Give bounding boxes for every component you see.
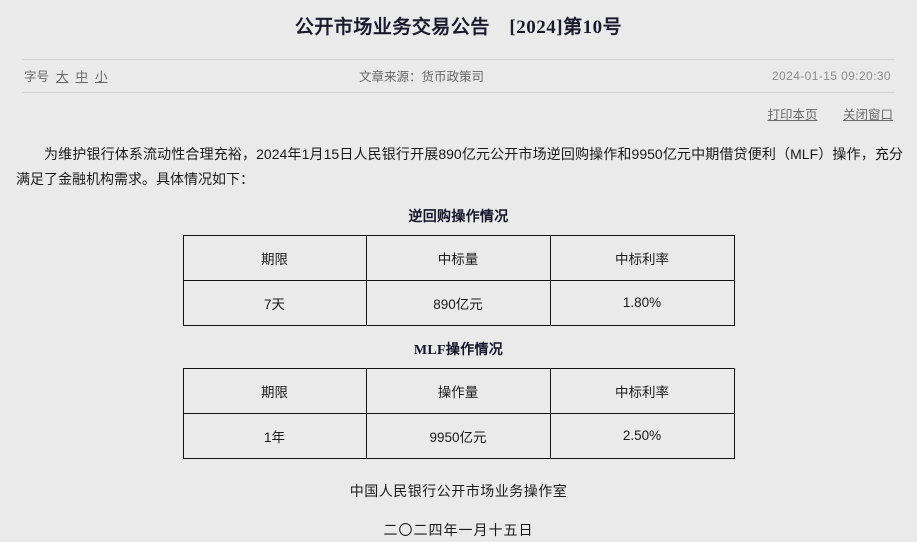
table-header-cell: 期限: [182, 367, 367, 414]
section-heading-reverse-repo: 逆回购操作情况: [408, 209, 509, 225]
mlf-table: 期限 操作量 中标利率 1年 9950亿元 2.50%: [182, 367, 735, 459]
article-source: 文章来源：货币政策司: [359, 70, 485, 85]
font-size-large-link[interactable]: 大: [56, 66, 69, 85]
font-size-control: 字号 大 中 小: [22, 66, 108, 85]
print-page-link[interactable]: 打印本页: [767, 108, 817, 122]
section-heading-mlf: MLF操作情况: [413, 342, 504, 358]
page-title: 公开市场业务交易公告 [2024]第10号: [294, 17, 623, 38]
table-header-row: 期限 操作量 中标利率: [182, 367, 735, 414]
table-row: 7天 890亿元 1.80%: [182, 279, 735, 326]
table-header-cell: 中标量: [365, 234, 551, 281]
table-cell: 9950亿元: [365, 412, 551, 459]
font-size-label: 字号: [24, 70, 50, 85]
table-cell: 1.80%: [549, 279, 735, 326]
reverse-repo-table: 期限 中标量 中标利率 7天 890亿元 1.80%: [182, 234, 735, 326]
close-window-link[interactable]: 关闭窗口: [843, 108, 893, 122]
signature-date: 二〇二四年一月十五日: [383, 521, 534, 538]
table-row: 1年 9950亿元 2.50%: [182, 412, 735, 459]
body-paragraph: 为维护银行体系流动性合理充裕，2024年1月15日人民银行开展890亿元公开市场…: [16, 145, 903, 187]
action-links: 打印本页 关闭窗口: [24, 93, 893, 123]
publish-timestamp: 2024-01-15 09:20:30: [771, 68, 891, 83]
font-size-medium-link[interactable]: 中: [76, 66, 89, 85]
table-cell: 7天: [182, 279, 367, 326]
table-header-cell: 操作量: [365, 367, 551, 414]
announcement-page: 公开市场业务交易公告 [2024]第10号 字号 大 中 小 文章来源：货币政策…: [0, 0, 917, 542]
table-cell: 1年: [182, 412, 367, 459]
table-header-cell: 期限: [182, 234, 367, 281]
signature-block: 中国人民银行公开市场业务操作室 二〇二四年一月十五日: [0, 481, 917, 540]
font-size-small-link[interactable]: 小: [95, 66, 108, 85]
table-cell: 890亿元: [365, 279, 551, 326]
signature-organization: 中国人民银行公开市场业务操作室: [349, 482, 568, 499]
table-header-cell: 中标利率: [549, 234, 735, 281]
table-cell: 2.50%: [549, 412, 735, 459]
meta-bar: 字号 大 中 小 文章来源：货币政策司 2024-01-15 09:20:30: [22, 58, 895, 93]
table-header-cell: 中标利率: [549, 367, 735, 414]
table-header-row: 期限 中标量 中标利率: [182, 234, 735, 281]
